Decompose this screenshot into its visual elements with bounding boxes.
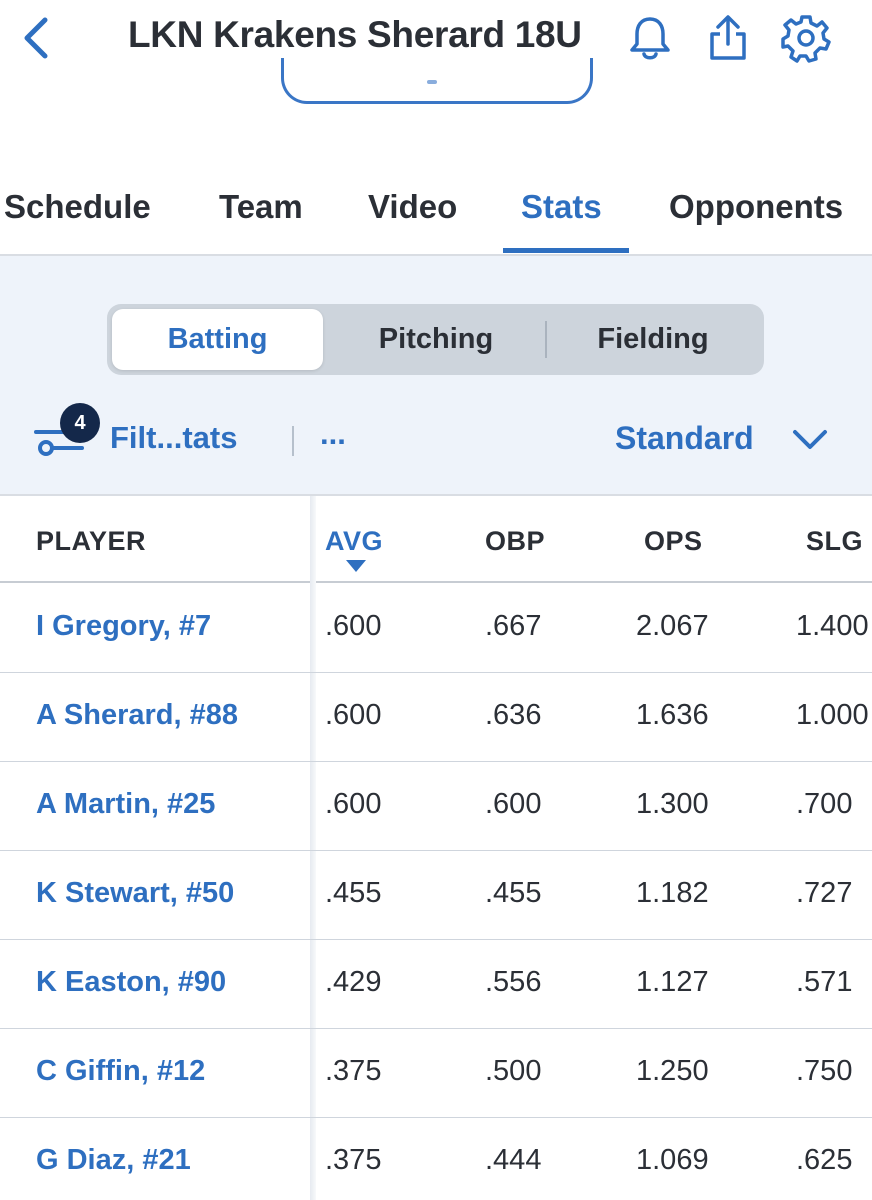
settings-button[interactable] xyxy=(780,12,832,64)
ops-cell: 1.127 xyxy=(636,966,709,998)
page-title: LKN Krakens Sherard 18U xyxy=(128,14,582,55)
slg-cell: .700 xyxy=(796,788,853,820)
chevron-down-icon[interactable] xyxy=(790,420,830,460)
collapsed-header-pill[interactable] xyxy=(281,58,593,104)
ops-cell: 1.182 xyxy=(636,877,709,909)
batting-stats-table: PLAYER AVG OBP OPS SLG I Gregory, #7 .60… xyxy=(0,496,872,1200)
table-row: C Giffin, #12 .375 .500 1.250 .750 xyxy=(0,1029,872,1118)
segment-batting[interactable]: Batting xyxy=(112,309,323,370)
obp-cell: .455 xyxy=(485,877,542,909)
stats-toolbar: Batting Pitching Fielding 4 Filt...tats … xyxy=(0,256,872,496)
share-icon xyxy=(710,15,746,60)
column-header-obp[interactable]: OBP xyxy=(485,526,545,557)
avg-cell: .375 xyxy=(325,1144,382,1176)
ops-cell: 1.300 xyxy=(636,788,709,820)
avg-cell: .600 xyxy=(325,788,382,820)
segment-fielding[interactable]: Fielding xyxy=(547,309,759,370)
player-link[interactable]: C Giffin, #12 xyxy=(36,1055,205,1088)
obp-cell: .444 xyxy=(485,1144,542,1176)
stat-type-selector: Batting Pitching Fielding xyxy=(107,304,764,375)
player-link[interactable]: K Easton, #90 xyxy=(36,966,226,999)
stats-screen: LKN Krakens Sherard 18U Schedule Team Vi… xyxy=(0,0,872,1200)
filter-stats-button[interactable]: Filt...tats xyxy=(110,420,237,456)
obp-cell: .636 xyxy=(485,699,542,731)
pill-handle xyxy=(427,80,437,84)
avg-cell: .600 xyxy=(325,699,382,731)
slg-cell: .625 xyxy=(796,1144,853,1176)
table-row: K Stewart, #50 .455 .455 1.182 .727 xyxy=(0,851,872,940)
avg-cell: .600 xyxy=(325,610,382,642)
obp-cell: .667 xyxy=(485,610,542,642)
segment-pitching[interactable]: Pitching xyxy=(327,309,545,370)
tab-schedule[interactable]: Schedule xyxy=(4,188,151,226)
table-body: I Gregory, #7 .600 .667 2.067 1.400 A Sh… xyxy=(0,584,872,1200)
filter-count-badge: 4 xyxy=(60,403,100,443)
column-header-ops[interactable]: OPS xyxy=(644,526,703,557)
obp-cell: .556 xyxy=(485,966,542,998)
table-row: K Easton, #90 .429 .556 1.127 .571 xyxy=(0,940,872,1029)
tab-opponents[interactable]: Opponents xyxy=(669,188,843,226)
slg-cell: 1.400 xyxy=(796,610,869,642)
table-row: A Sherard, #88 .600 .636 1.636 1.000 xyxy=(0,673,872,762)
tab-stats[interactable]: Stats xyxy=(521,188,602,226)
back-chevron-icon xyxy=(24,17,48,59)
slg-cell: .727 xyxy=(796,877,853,909)
bell-icon xyxy=(630,17,670,60)
view-select[interactable]: Standard xyxy=(615,420,754,457)
more-options-button[interactable]: ... xyxy=(320,416,346,452)
obp-cell: .500 xyxy=(485,1055,542,1087)
player-link[interactable]: G Diaz, #21 xyxy=(36,1144,191,1177)
slg-cell: .571 xyxy=(796,966,853,998)
column-header-player[interactable]: PLAYER xyxy=(36,526,146,557)
player-link[interactable]: I Gregory, #7 xyxy=(36,610,211,643)
table-row: A Martin, #25 .600 .600 1.300 .700 xyxy=(0,762,872,851)
back-button[interactable] xyxy=(14,10,58,66)
column-header-slg[interactable]: SLG xyxy=(806,526,863,557)
ops-cell: 2.067 xyxy=(636,610,709,642)
player-link[interactable]: K Stewart, #50 xyxy=(36,877,234,910)
sort-descending-icon xyxy=(346,560,366,572)
table-header: PLAYER AVG OBP OPS SLG xyxy=(0,496,872,583)
main-tabs: Schedule Team Video Stats Opponents xyxy=(0,168,872,256)
table-row: I Gregory, #7 .600 .667 2.067 1.400 xyxy=(0,584,872,673)
notifications-button[interactable] xyxy=(624,12,676,64)
ops-cell: 1.250 xyxy=(636,1055,709,1087)
obp-cell: .600 xyxy=(485,788,542,820)
column-header-avg[interactable]: AVG xyxy=(325,526,383,557)
toolbar-divider xyxy=(292,426,294,456)
table-row: G Diaz, #21 .375 .444 1.069 .625 xyxy=(0,1118,872,1200)
active-tab-indicator xyxy=(503,248,629,253)
player-link[interactable]: A Sherard, #88 xyxy=(36,699,238,732)
avg-cell: .375 xyxy=(325,1055,382,1087)
slg-cell: .750 xyxy=(796,1055,853,1087)
gear-icon xyxy=(781,15,831,63)
share-button[interactable] xyxy=(702,12,754,64)
tab-team[interactable]: Team xyxy=(219,188,303,226)
avg-cell: .455 xyxy=(325,877,382,909)
ops-cell: 1.636 xyxy=(636,699,709,731)
tab-video[interactable]: Video xyxy=(368,188,457,226)
slg-cell: 1.000 xyxy=(796,699,869,731)
ops-cell: 1.069 xyxy=(636,1144,709,1176)
player-link[interactable]: A Martin, #25 xyxy=(36,788,215,821)
avg-cell: .429 xyxy=(325,966,382,998)
